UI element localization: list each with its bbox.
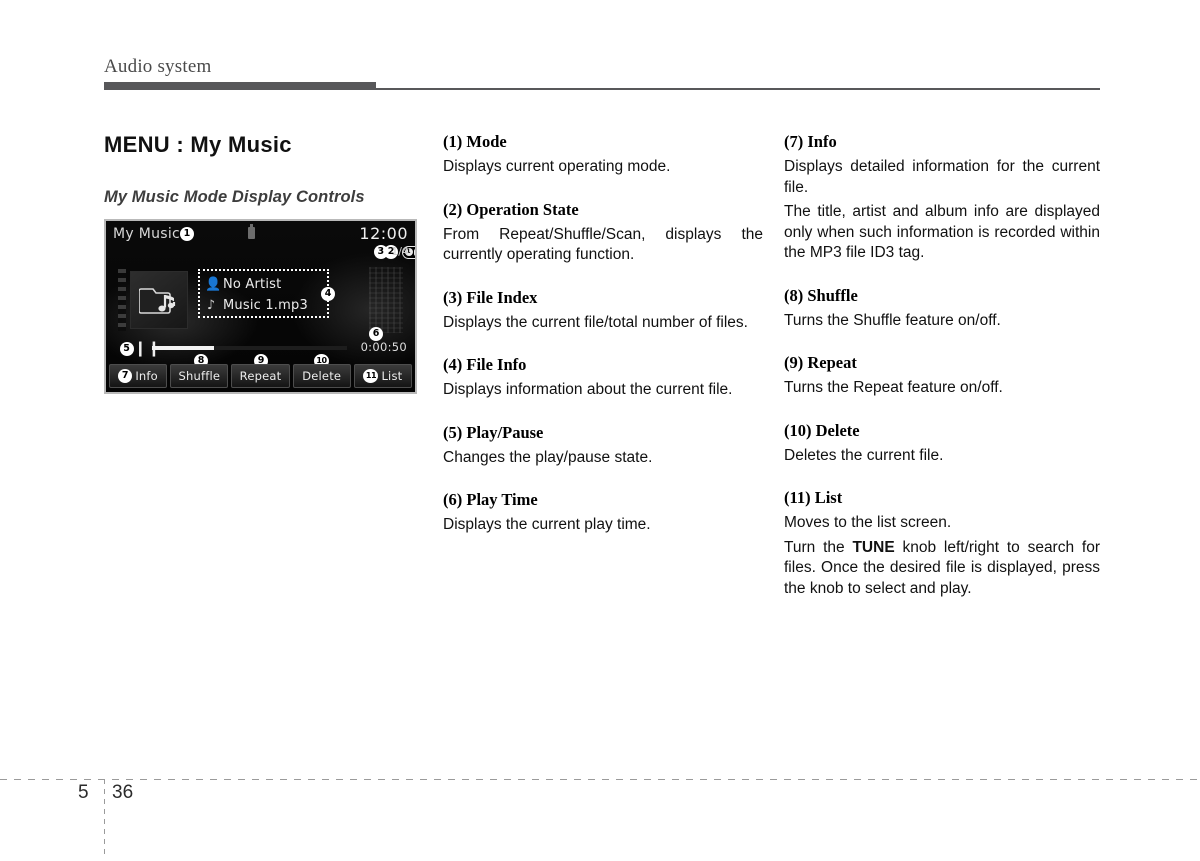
device-file-info-box: 👤 No Artist ♪ Music 1.mp3 [198,269,329,318]
entry-body-play-time: Displays the current play time. [443,516,651,533]
entry-shuffle: (8) Shuffle Turns the Shuffle feature on… [784,286,1100,332]
entry-title-mode: (1) Mode [443,132,507,151]
device-artist-row: 👤 No Artist [205,274,322,295]
entry-repeat: (9) Repeat Turns the Repeat feature on/o… [784,353,1100,399]
entry-delete: (10) Delete Deletes the current file. [784,421,1100,467]
sub-heading: My Music Mode Display Controls [104,188,365,206]
entry-play-time: (6) Play Time Displays the current play … [443,490,763,536]
device-button-list[interactable]: 11 List [353,364,413,388]
device-button-shuffle-label: Shuffle [178,369,221,383]
footer-chapter-number: 5 [78,782,89,803]
device-button-shuffle[interactable]: Shuffle [170,364,229,388]
entry-operation-state: (2) Operation State From Repeat/Shuffle/… [443,200,763,266]
entry-title-file-info: (4) File Info [443,355,527,374]
page-header: Audio system [104,55,1100,79]
middle-column: (1) Mode Displays current operating mode… [443,132,763,558]
device-equalizer-decoration [369,267,403,333]
device-button-list-label: List [381,369,403,383]
entry-body-operation-state: From Repeat/Shuffle/Scan, displays the c… [443,225,763,264]
right-column: (7) Info Displays detailed information f… [784,132,1100,621]
device-progress-fill [152,346,214,350]
device-artist-text: No Artist [223,277,282,292]
footer-page-number: 36 [112,782,134,803]
device-button-delete-label: Delete [302,369,342,383]
person-icon: 👤 [205,277,222,292]
chapter-title: Audio system [104,56,212,77]
footer-rule [0,779,1200,780]
entry-title-delete: (10) Delete [784,420,860,440]
entry-title-play-pause: (5) Play/Pause [443,422,544,442]
device-screen-illustration: My Music 1 12:00 2 1 3 1/4 👤 No Artist ♪… [104,219,417,394]
device-softkey-row: 7 Info Shuffle Repeat Delete 11 List [106,364,415,388]
entry-title-file-index: (3) File Index [443,287,538,307]
entry-body-shuffle: Turns the Shuffle feature on/off. [784,311,1001,329]
entry-title-play-time: (6) Play Time [443,490,538,509]
entry-body-list-2: Turn the TUNE knob left/right to search … [784,538,1100,600]
device-progress-bar [152,346,347,350]
entry-body-mode: Displays current operating mode. [443,158,671,175]
device-file-index: 3 1/4 [373,245,409,259]
entry-body-delete: Deletes the current file. [784,446,944,464]
entry-body-info-2: The title, artist and album info are dis… [784,203,1100,261]
music-note-icon: ♪ [206,298,216,313]
device-button-repeat[interactable]: Repeat [231,364,290,388]
device-play-time: 0:00:50 [360,340,407,354]
callout-11: 11 [363,369,379,383]
entry-body-info-1: Displays detailed information for the cu… [784,158,1100,196]
tune-keyword: TUNE [852,538,895,556]
entry-title-list: (11) List [784,488,843,507]
device-button-info[interactable]: 7 Info [109,364,168,388]
entry-body-file-info: Displays information about the current f… [443,381,733,398]
tune-text-before: Turn the [784,538,853,556]
callout-1: 1 [180,227,195,241]
device-file-name-text: Music 1.mp3 [223,298,308,313]
callout-6: 6 [369,327,383,341]
entry-info: (7) Info Displays detailed information f… [784,132,1100,264]
folder-music-icon [130,271,188,329]
device-button-repeat-label: Repeat [239,369,282,383]
entry-body-file-index: Displays the current file/total number o… [443,313,748,331]
menu-heading: MENU : My Music [104,132,292,157]
usb-icon [248,224,255,239]
entry-file-info: (4) File Info Displays information about… [443,355,763,401]
device-mode-title-text: My Music [113,226,181,242]
callout-3: 3 [373,245,388,259]
entry-list: (11) List Moves to the list screen. Turn… [784,488,1100,599]
device-mode-title: My Music 1 [113,226,195,242]
left-column: MENU : My Music My Music Mode Display Co… [104,132,422,394]
header-rule [104,82,1100,90]
entry-title-shuffle: (8) Shuffle [784,285,858,305]
callout-4: 4 [321,287,335,301]
entry-play-pause: (5) Play/Pause Changes the play/pause st… [443,423,763,469]
device-button-delete[interactable]: Delete [292,364,351,388]
repeat-one-bar [414,248,415,256]
entry-file-index: (3) File Index Displays the current file… [443,288,763,334]
device-file-index-text: 1/4 [391,245,409,258]
device-file-row: ♪ Music 1.mp3 [205,295,322,316]
entry-title-operation-state: (2) Operation State [443,199,579,219]
entry-body-play-pause: Changes the play/pause state. [443,448,653,466]
header-rule-thin [376,88,1100,90]
entry-mode: (1) Mode Displays current operating mode… [443,132,763,178]
entry-body-list-1: Moves to the list screen. [784,514,952,531]
callout-7: 7 [118,369,133,383]
device-clock: 12:00 [359,224,408,243]
entry-body-repeat: Turns the Repeat feature on/off. [784,379,1003,396]
entry-title-info: (7) Info [784,132,837,151]
footer-divider [104,779,105,859]
entry-title-repeat: (9) Repeat [784,353,857,372]
callout-5: 5 [120,341,134,356]
device-filmstrip-decoration [118,269,126,331]
device-button-info-label: Info [135,369,158,383]
header-rule-thick [104,82,376,90]
